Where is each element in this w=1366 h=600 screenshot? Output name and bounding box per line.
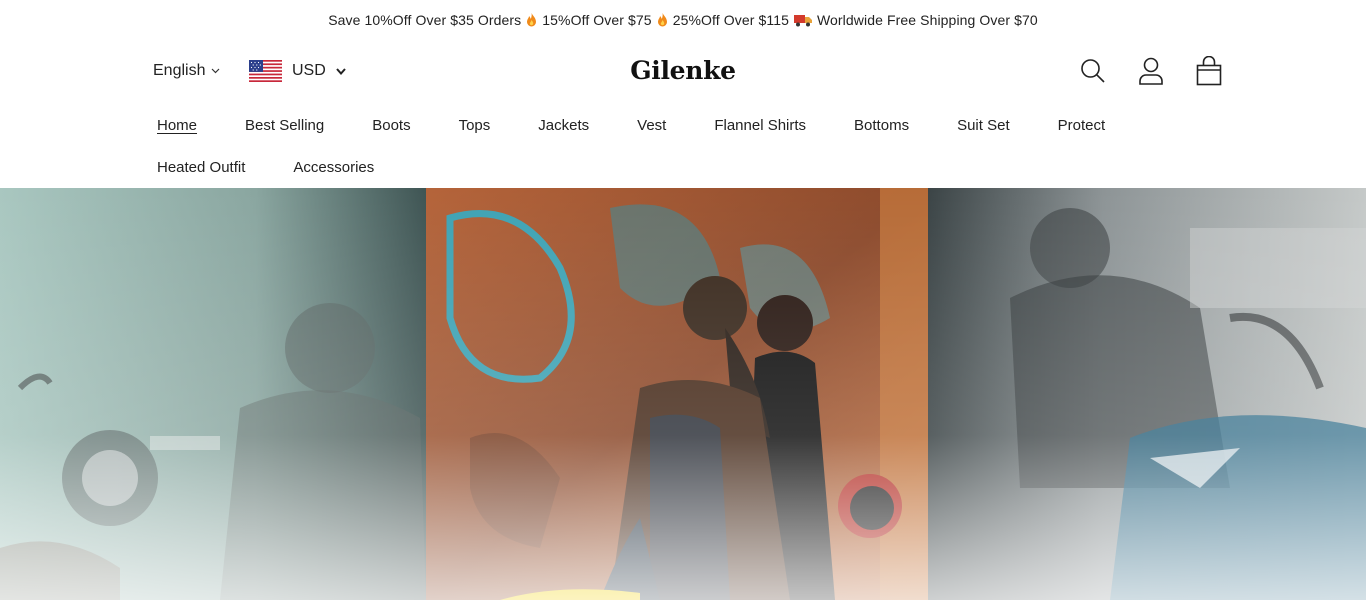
nav-item-flannel-shirts[interactable]: Flannel Shirts xyxy=(714,117,806,134)
language-selector[interactable]: English xyxy=(153,62,220,80)
nav-item-jackets[interactable]: Jackets xyxy=(538,117,589,134)
chevron-down-icon xyxy=(336,67,346,75)
hero-banner[interactable] xyxy=(0,188,1366,600)
fire-icon xyxy=(657,13,667,27)
chevron-down-icon xyxy=(212,68,220,74)
cart-icon[interactable] xyxy=(1196,56,1222,86)
search-icon[interactable] xyxy=(1080,56,1106,86)
nav-item-heated-outfit[interactable]: Heated Outfit xyxy=(157,159,245,176)
announcement-text-3: 25%Off Over $115 xyxy=(672,12,789,28)
main-nav: Home Best Selling Boots Tops Jackets Ves… xyxy=(157,104,1217,188)
nav-item-bottoms[interactable]: Bottoms xyxy=(854,117,909,134)
nav-item-protect[interactable]: Protect xyxy=(1058,117,1106,134)
fire-icon xyxy=(527,13,537,27)
currency-selector[interactable]: USD xyxy=(249,60,346,82)
nav-item-home[interactable]: Home xyxy=(157,117,197,134)
hero-image xyxy=(0,188,1366,600)
nav-item-vest[interactable]: Vest xyxy=(637,117,666,134)
currency-label: USD xyxy=(292,62,326,79)
nav-row-2: Heated Outfit Accessories xyxy=(157,146,1217,188)
announcement-text-1: Save 10%Off Over $35 Orders xyxy=(328,12,522,28)
header-icons xyxy=(1080,56,1222,86)
nav-item-best-selling[interactable]: Best Selling xyxy=(245,117,324,134)
nav-row-1: Home Best Selling Boots Tops Jackets Ves… xyxy=(157,104,1217,146)
account-icon[interactable] xyxy=(1138,56,1164,86)
announcement-text-4: Worldwide Free Shipping Over $70 xyxy=(816,12,1038,28)
nav-item-tops[interactable]: Tops xyxy=(459,117,491,134)
nav-item-boots[interactable]: Boots xyxy=(372,117,410,134)
nav-item-accessories[interactable]: Accessories xyxy=(293,159,374,176)
truck-icon xyxy=(793,15,812,27)
site-logo[interactable]: Gilenke xyxy=(630,56,736,85)
language-label: English xyxy=(153,62,206,79)
announcement-text-2: 15%Off Over $75 xyxy=(542,12,652,28)
announcement-bar: Save 10%Off Over $35 Orders 15%Off Over … xyxy=(0,0,1366,40)
site-header: English USD Gilenke xyxy=(0,40,1366,104)
us-flag-icon xyxy=(249,60,282,82)
nav-item-suit-set[interactable]: Suit Set xyxy=(957,117,1010,134)
